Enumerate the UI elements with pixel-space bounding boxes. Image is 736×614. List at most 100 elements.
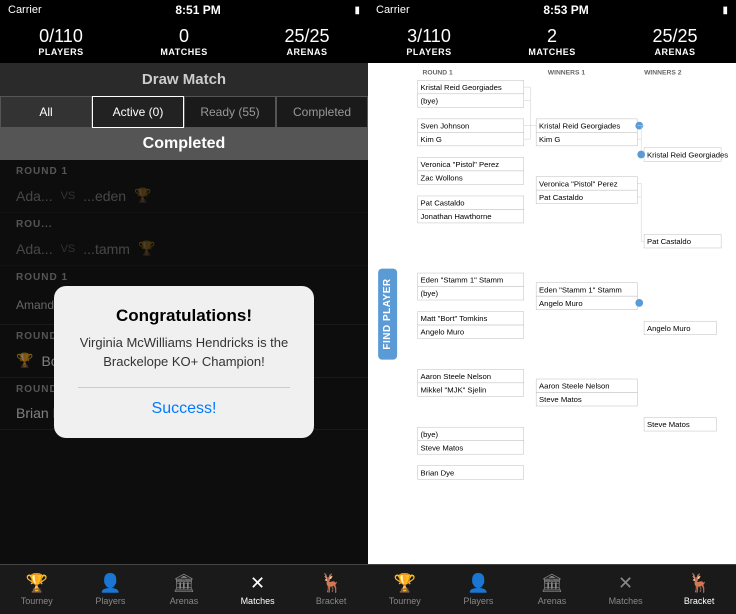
svg-text:ROUND 1: ROUND 1 — [422, 70, 453, 77]
svg-text:Steve Matos: Steve Matos — [539, 395, 582, 404]
players-icon-right: 👤 — [467, 573, 489, 594]
svg-text:Steve Matos: Steve Matos — [647, 420, 690, 429]
bracket-icon-right: 🦌 — [688, 573, 710, 594]
completed-section-header: Completed — [0, 128, 368, 160]
stat-players-right: 3/110 PLAYERS — [406, 26, 451, 57]
svg-text:Angelo Muro: Angelo Muro — [647, 324, 691, 333]
trophy-icon-left: 🏆 — [26, 573, 48, 594]
matches-icon-right: ✕ — [618, 573, 633, 594]
arenas-icon-right: 🏛 — [541, 573, 564, 594]
bracket-svg: ROUND 1 WINNERS 1 WINNERS 2 Kristal Reid… — [398, 63, 736, 564]
stat-players-label-right: PLAYERS — [406, 47, 451, 57]
stat-arenas-value-right: 25/25 — [653, 26, 698, 47]
svg-text:Aaron Steele Nelson: Aaron Steele Nelson — [539, 382, 610, 391]
stat-matches-right: 2 MATCHES — [528, 26, 575, 57]
modal-divider — [78, 387, 290, 388]
nav-bracket-right[interactable]: 🦌 Bracket — [662, 565, 736, 614]
nav-arenas-label-right: Arenas — [538, 596, 567, 606]
svg-text:Sven Johnson: Sven Johnson — [421, 122, 470, 131]
bottom-nav-right: 🏆 Tourney 👤 Players 🏛 Arenas ✕ Matches 🦌… — [368, 564, 736, 614]
stat-matches-left: 0 MATCHES — [160, 26, 207, 57]
trophy-icon-right: 🏆 — [394, 573, 416, 594]
svg-text:(bye): (bye) — [421, 430, 439, 439]
carrier-right: Carrier — [376, 4, 410, 16]
svg-text:Pat Castaldo: Pat Castaldo — [421, 199, 465, 208]
nav-matches-left[interactable]: ✕ Matches — [221, 565, 295, 614]
nav-matches-label-right: Matches — [609, 596, 643, 606]
svg-text:WINNERS 1: WINNERS 1 — [548, 70, 586, 77]
svg-text:Angelo Muro: Angelo Muro — [539, 299, 583, 308]
svg-text:Angelo Muro: Angelo Muro — [421, 328, 465, 337]
stats-row-left: 0/110 PLAYERS 0 MATCHES 25/25 ARENAS — [0, 20, 368, 63]
match-list: ROUND 1 Ada... VS ...eden 🏆 ROU... Ada..… — [0, 160, 368, 564]
tab-ready[interactable]: Ready (55) — [184, 96, 276, 128]
modal-success-button[interactable]: Success! — [78, 392, 290, 418]
status-bar-left: Carrier 8:51 PM ▮ — [0, 0, 368, 20]
stats-row-right: 3/110 PLAYERS 2 MATCHES 25/25 ARENAS — [368, 20, 736, 63]
modal-body: Virginia McWilliams Hendricks is the Bra… — [78, 334, 290, 370]
nav-tourney-right[interactable]: 🏆 Tourney — [368, 565, 442, 614]
matches-icon-left: ✕ — [250, 573, 265, 594]
svg-text:Kristal Reid Georgiades: Kristal Reid Georgiades — [539, 122, 620, 131]
svg-text:Kim G: Kim G — [421, 135, 442, 144]
nav-tourney-label-right: Tourney — [389, 596, 421, 606]
svg-text:Zac Wollons: Zac Wollons — [421, 174, 463, 183]
svg-text:Pat Castaldo: Pat Castaldo — [647, 237, 691, 246]
stat-players-label-left: PLAYERS — [38, 47, 83, 57]
svg-text:Mikkel "MJK" Sjelin: Mikkel "MJK" Sjelin — [421, 386, 487, 395]
nav-arenas-right[interactable]: 🏛 Arenas — [515, 565, 589, 614]
nav-players-right[interactable]: 👤 Players — [442, 565, 516, 614]
svg-text:Brian Dye: Brian Dye — [421, 468, 455, 477]
modal-box: Congratulations! Virginia McWilliams Hen… — [54, 286, 314, 437]
battery-right: ▮ — [722, 5, 728, 16]
svg-text:Veronica "Pistol" Perez: Veronica "Pistol" Perez — [539, 179, 618, 188]
tab-active[interactable]: Active (0) — [92, 96, 184, 128]
svg-text:Aaron Steele Nelson: Aaron Steele Nelson — [421, 372, 492, 381]
left-phone: Carrier 8:51 PM ▮ 0/110 PLAYERS 0 MATCHE… — [0, 0, 368, 614]
stat-players-value-right: 3/110 — [406, 26, 451, 47]
tab-completed[interactable]: Completed — [276, 96, 368, 128]
svg-text:Steve Matos: Steve Matos — [421, 443, 464, 452]
bracket-area: FIND PLAYER ROUND 1 WINNERS 1 WINNERS 2 … — [368, 63, 736, 564]
svg-text:Eden "Stamm 1" Stamm: Eden "Stamm 1" Stamm — [539, 285, 622, 294]
stat-matches-label-left: MATCHES — [160, 47, 207, 57]
bracket-icon-left: 🦌 — [320, 573, 342, 594]
svg-text:Kim G: Kim G — [539, 135, 560, 144]
svg-text:WINNERS 2: WINNERS 2 — [644, 70, 682, 77]
nav-bracket-left[interactable]: 🦌 Bracket — [294, 565, 368, 614]
nav-players-label-right: Players — [463, 596, 493, 606]
svg-text:Jonathan Hawthorne: Jonathan Hawthorne — [421, 212, 492, 221]
nav-tourney-left[interactable]: 🏆 Tourney — [0, 565, 74, 614]
time-left: 8:51 PM — [175, 3, 220, 17]
svg-text:Kristal Reid Georgiades: Kristal Reid Georgiades — [647, 150, 728, 159]
right-phone: Carrier 8:53 PM ▮ 3/110 PLAYERS 2 MATCHE… — [368, 0, 736, 614]
stat-arenas-left: 25/25 ARENAS — [285, 26, 330, 57]
modal-overlay[interactable]: Congratulations! Virginia McWilliams Hen… — [0, 160, 368, 564]
bracket-wrapper: ROUND 1 WINNERS 1 WINNERS 2 Kristal Reid… — [398, 63, 736, 564]
draw-match-header: Draw Match — [0, 63, 368, 96]
svg-text:Matt "Bort" Tomkins: Matt "Bort" Tomkins — [421, 314, 488, 323]
stat-arenas-label-right: ARENAS — [653, 47, 698, 57]
carrier-left: Carrier — [8, 4, 42, 16]
nav-arenas-label-left: Arenas — [170, 596, 199, 606]
svg-text:(bye): (bye) — [421, 96, 439, 105]
find-player-button[interactable]: FIND PLAYER — [378, 268, 397, 359]
svg-text:Veronica "Pistol" Perez: Veronica "Pistol" Perez — [421, 160, 500, 169]
stat-arenas-right: 25/25 ARENAS — [653, 26, 698, 57]
stat-arenas-label-left: ARENAS — [285, 47, 330, 57]
svg-text:Kristal Reid Georgiades: Kristal Reid Georgiades — [421, 83, 502, 92]
nav-matches-right[interactable]: ✕ Matches — [589, 565, 663, 614]
arenas-icon-left: 🏛 — [173, 573, 196, 594]
time-right: 8:53 PM — [543, 3, 588, 17]
stat-matches-value-right: 2 — [528, 26, 575, 47]
tab-all[interactable]: All — [0, 96, 92, 128]
svg-text:Pat Castaldo: Pat Castaldo — [539, 193, 583, 202]
bottom-nav-left: 🏆 Tourney 👤 Players 🏛 Arenas ✕ Matches 🦌… — [0, 564, 368, 614]
svg-text:(bye): (bye) — [421, 289, 439, 298]
stat-matches-label-right: MATCHES — [528, 47, 575, 57]
nav-players-left[interactable]: 👤 Players — [74, 565, 148, 614]
nav-arenas-left[interactable]: 🏛 Arenas — [147, 565, 221, 614]
nav-bracket-label-left: Bracket — [316, 596, 347, 606]
battery-left: ▮ — [354, 5, 360, 16]
nav-tourney-label-left: Tourney — [21, 596, 53, 606]
